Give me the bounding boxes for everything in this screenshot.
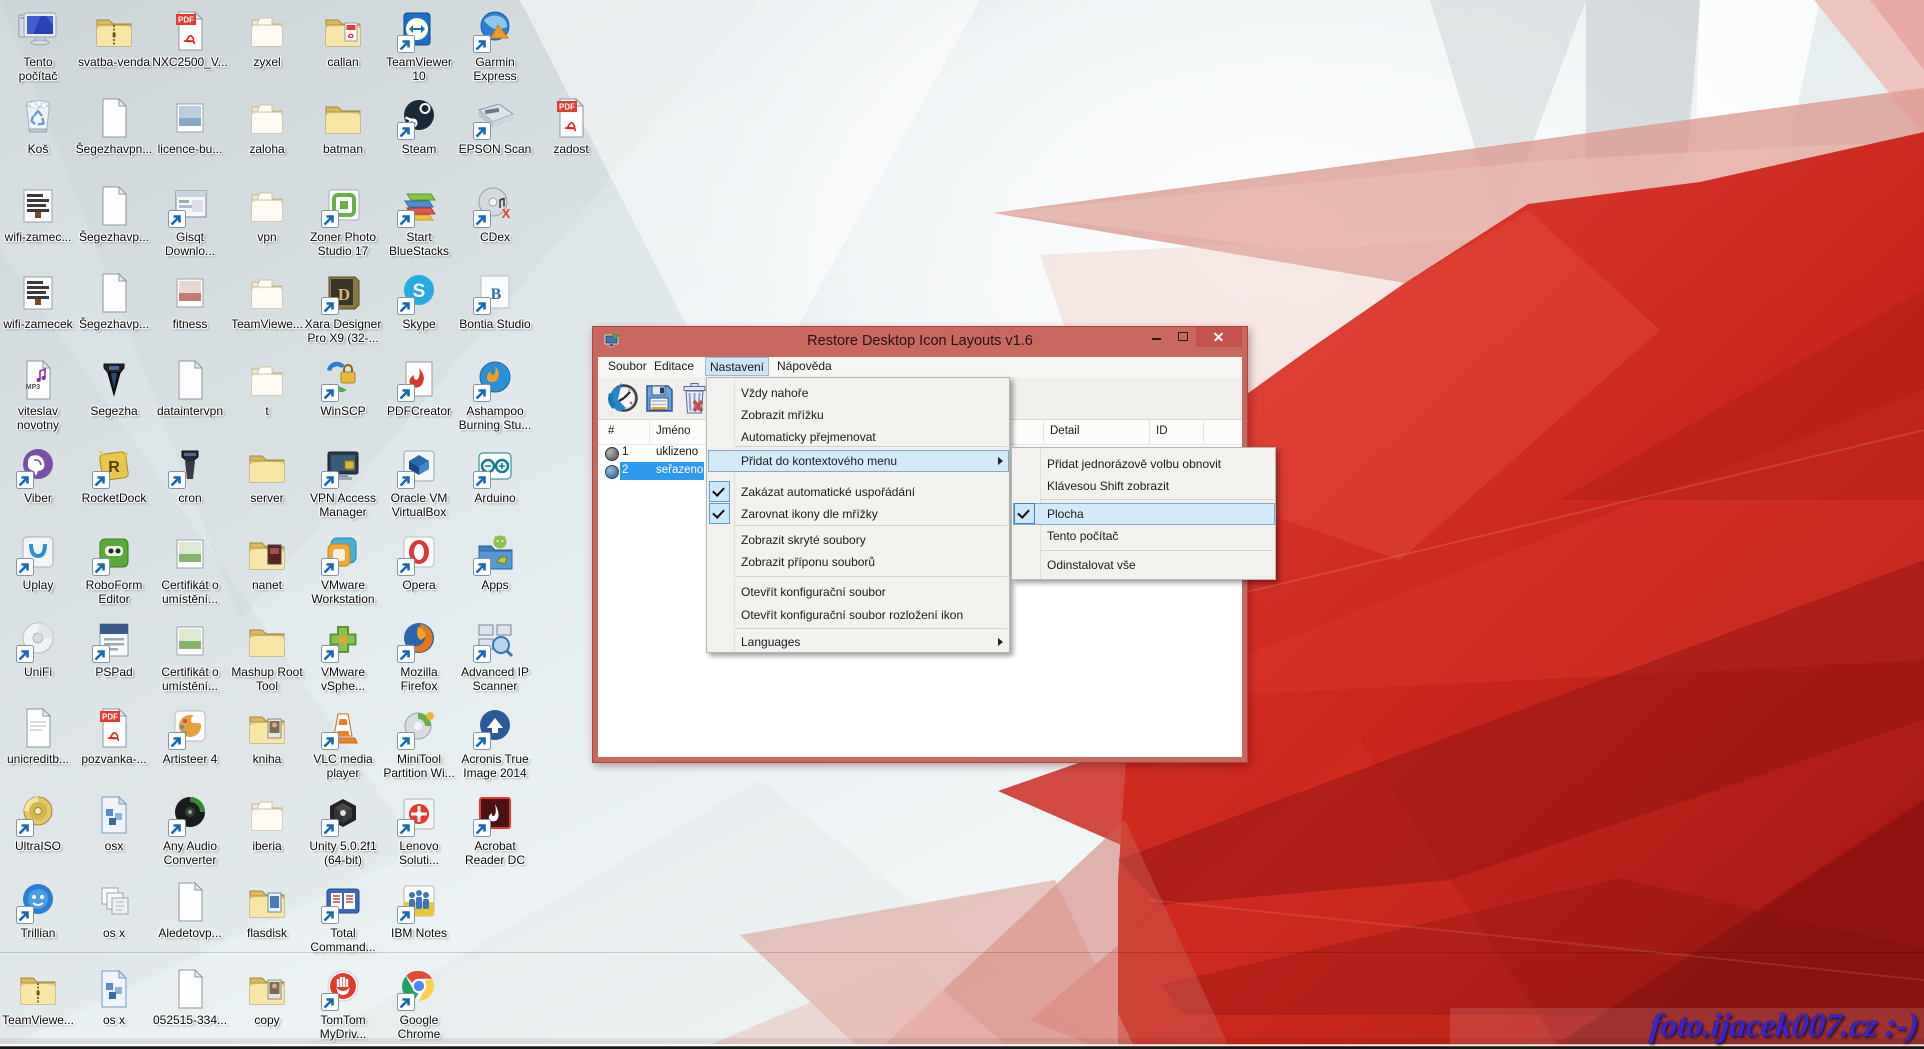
svg-text:D: D	[338, 285, 350, 304]
svg-text:B: B	[491, 286, 502, 303]
svg-text:X: X	[502, 206, 511, 221]
svg-text:PDF: PDF	[178, 16, 194, 25]
svg-text:PDF: PDF	[559, 103, 575, 112]
svg-text:MP3: MP3	[26, 384, 41, 391]
svg-text:PDF: PDF	[102, 713, 118, 722]
svg-text:R: R	[108, 459, 120, 476]
